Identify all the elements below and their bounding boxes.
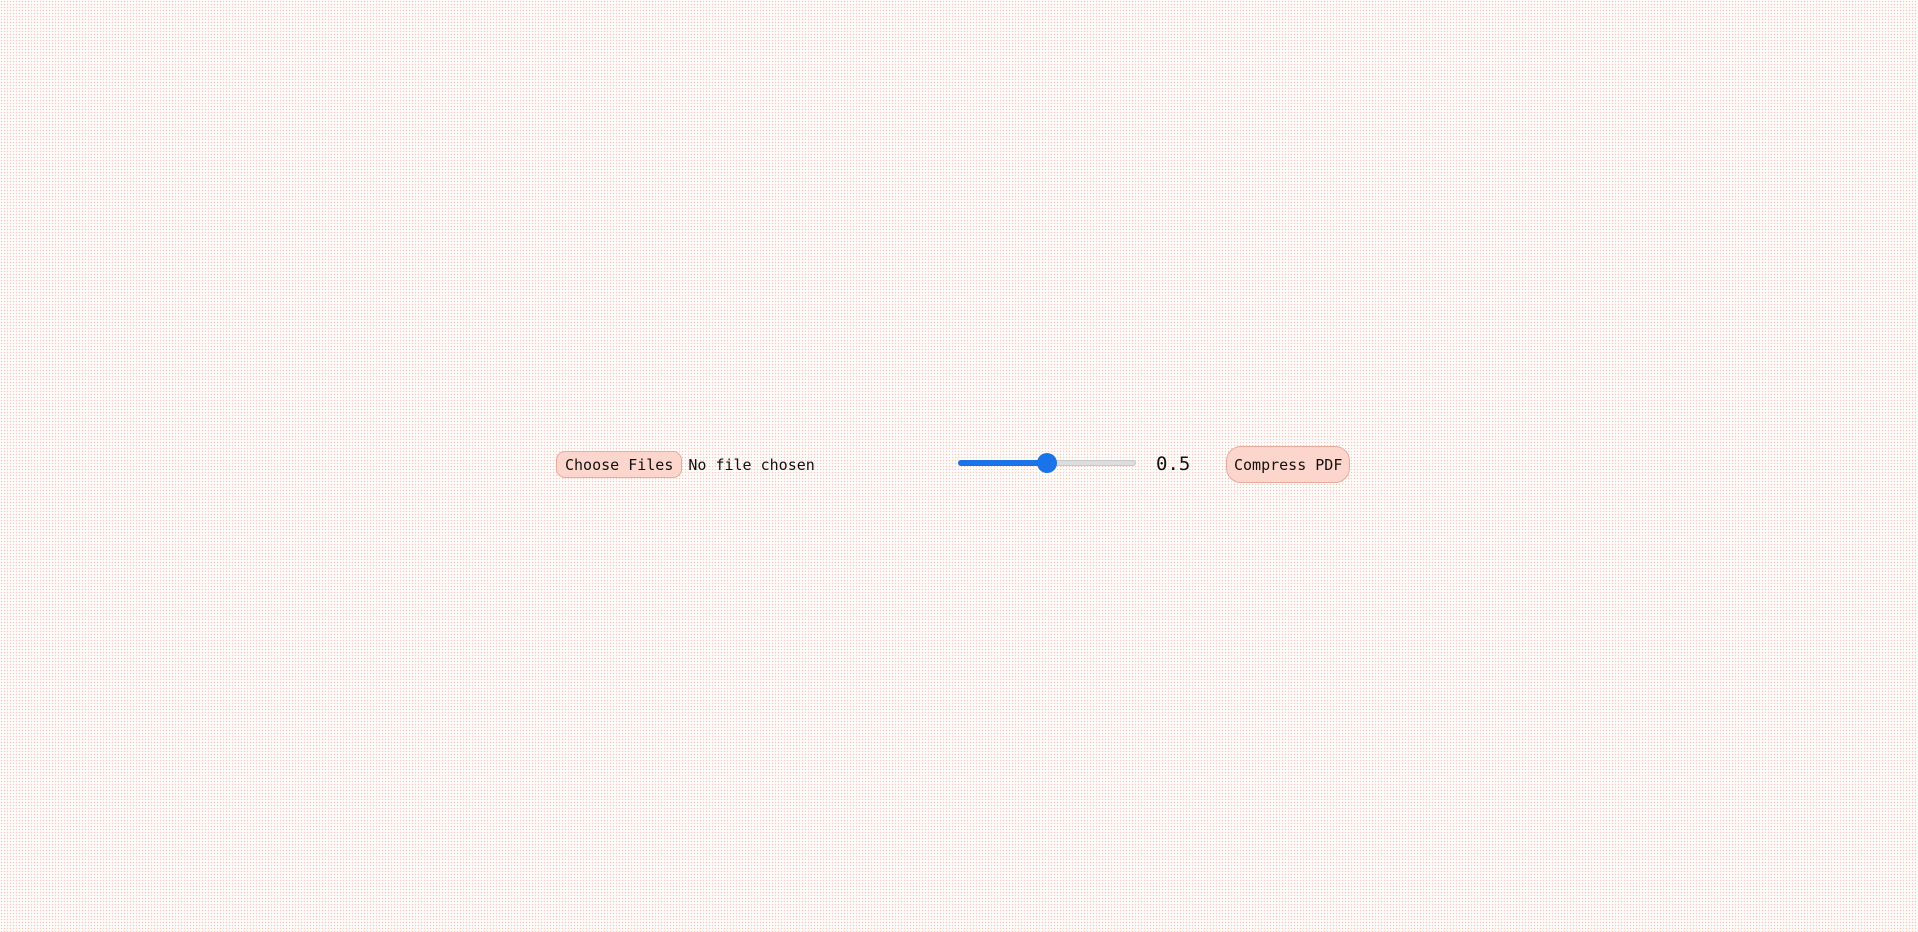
compress-pdf-button[interactable]: Compress PDF (1226, 446, 1351, 483)
file-status-text: No file chosen (688, 455, 815, 474)
file-input[interactable]: Choose Files No file chosen (556, 451, 815, 478)
slider-fill (958, 460, 1047, 466)
quality-slider[interactable] (958, 453, 1136, 473)
compress-toolbar: Choose Files No file chosen 0.5 Compress… (556, 444, 1366, 484)
slider-thumb[interactable] (1037, 453, 1057, 473)
slider-value-readout: 0.5 (1156, 453, 1191, 475)
choose-files-button[interactable]: Choose Files (556, 451, 683, 478)
